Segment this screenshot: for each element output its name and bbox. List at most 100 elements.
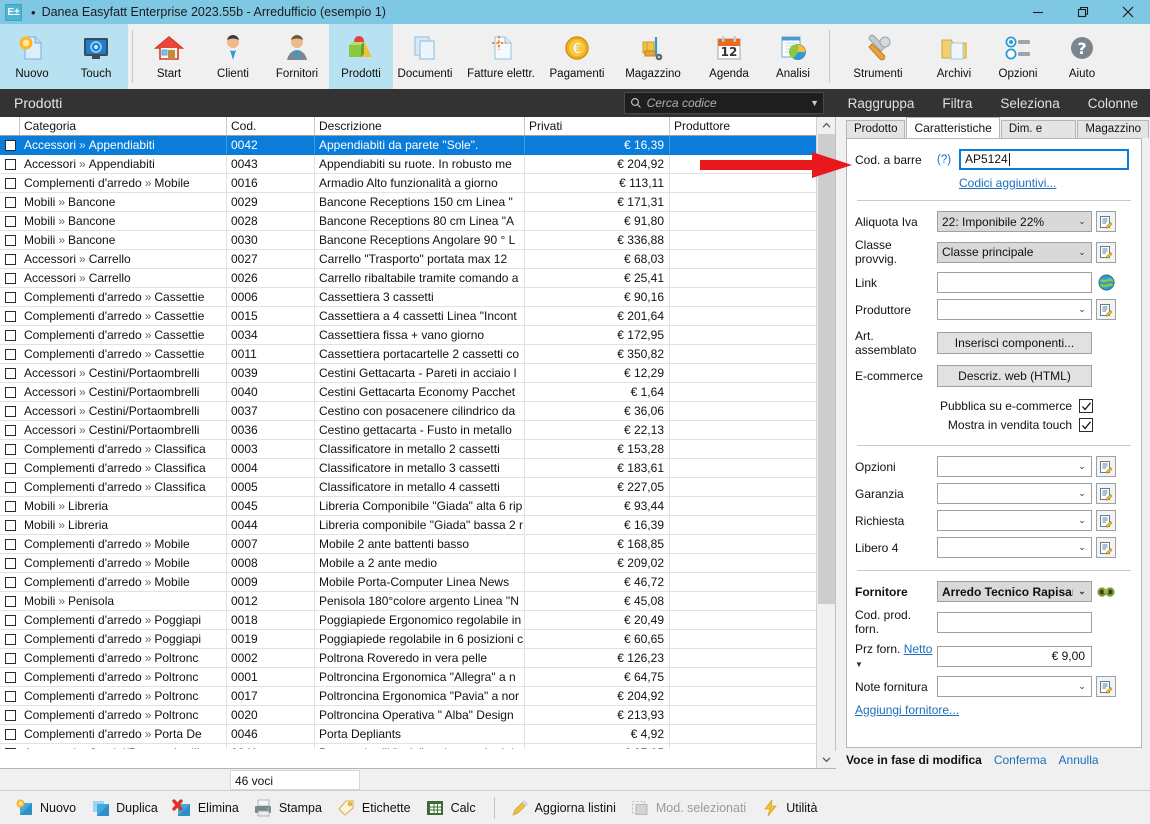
commission-class-edit-button[interactable] <box>1096 241 1116 263</box>
search-box[interactable]: Cerca codice ▼ <box>623 92 824 114</box>
column-header-cod[interactable]: Cod. <box>227 117 315 135</box>
toolbar-item-clienti[interactable]: Clienti <box>201 24 265 89</box>
table-row[interactable]: Mobili» Bancone 0030 Bancone Receptions Ang… <box>0 231 835 250</box>
table-row[interactable]: Accessori» Cestini/Portaombrelli 0039 Cesti… <box>0 364 835 383</box>
table-row[interactable]: Mobili» Libreria 0045 Libreria Componibile … <box>0 497 835 516</box>
table-row[interactable]: Complementi d'arredo» Poltronc 0001 Poltron… <box>0 668 835 687</box>
libero4-select[interactable]: ⌄ <box>937 537 1092 558</box>
insert-components-button[interactable]: Inserisci componenti... <box>937 332 1092 354</box>
toolbar-item-opzioni[interactable]: Opzioni <box>986 24 1050 89</box>
row-checkbox[interactable] <box>0 269 20 287</box>
row-checkbox[interactable] <box>0 706 20 724</box>
libero4-edit-button[interactable] <box>1096 537 1116 558</box>
table-row[interactable]: Mobili» Penisola 0012 Penisola 180°colore a… <box>0 592 835 611</box>
table-row[interactable]: Complementi d'arredo» Mobile 0007 Mobile 2 … <box>0 535 835 554</box>
toolbar-item-start[interactable]: Start <box>137 24 201 89</box>
header-action-seleziona[interactable]: Seleziona <box>1000 96 1059 111</box>
row-checkbox[interactable] <box>0 535 20 553</box>
toolbar-item-magazzino[interactable]: Magazzino <box>609 24 697 89</box>
table-row[interactable]: Complementi d'arredo» Porta De 0046 Porta D… <box>0 725 835 744</box>
maximize-button[interactable] <box>1060 0 1105 24</box>
manufacturer-select[interactable]: ⌄ <box>937 299 1092 320</box>
toolbar-item-agenda[interactable]: 12 Agenda <box>697 24 761 89</box>
richiesta-edit-button[interactable] <box>1096 510 1116 531</box>
table-row[interactable]: Accessori»Cestini/Portaombrelli0041Porta… <box>0 744 835 749</box>
table-row[interactable]: Mobili» Bancone 0028 Bancone Receptions 80 … <box>0 212 835 231</box>
tab-magazzino[interactable]: Magazzino <box>1077 120 1149 138</box>
table-row[interactable]: Complementi d'arredo» Poltronc 0017 Poltron… <box>0 687 835 706</box>
column-header-select[interactable] <box>0 117 20 135</box>
table-row[interactable]: Complementi d'arredo» Cassettie 0011 Casset… <box>0 345 835 364</box>
toolbar-item-documenti[interactable]: Documenti <box>393 24 457 89</box>
column-header-descrizione[interactable]: Descrizione <box>315 117 525 135</box>
richiesta-select[interactable]: ⌄ <box>937 510 1092 531</box>
column-header-privati[interactable]: Privati <box>525 117 670 135</box>
row-checkbox[interactable] <box>0 364 20 382</box>
row-checkbox[interactable] <box>0 630 20 648</box>
row-checkbox[interactable] <box>0 307 20 325</box>
row-checkbox[interactable] <box>0 288 20 306</box>
bottom-item-elimina[interactable]: Elimina <box>172 797 239 818</box>
table-row[interactable]: Complementi d'arredo» Poltronc 0002 Poltron… <box>0 649 835 668</box>
toolbar-item-prodotti[interactable]: Prodotti <box>329 24 393 89</box>
tab-caratteristiche[interactable]: Caratteristiche <box>906 117 1000 138</box>
manufacturer-edit-button[interactable] <box>1096 299 1116 320</box>
bottom-item-utilita[interactable]: Utilità <box>760 797 817 818</box>
toolbar-item-fatture-elettr[interactable]: Fatture elettr. <box>457 24 545 89</box>
bottom-item-etichette[interactable]: Etichette <box>336 797 411 818</box>
tab-dim-e-peso[interactable]: Dim. e peso <box>1000 120 1077 152</box>
column-header-produttore[interactable]: Produttore <box>670 117 818 135</box>
table-row[interactable]: Complementi d'arredo» Poggiapi 0019 Poggiap… <box>0 630 835 649</box>
table-row[interactable]: Complementi d'arredo» Classifica 0004 Class… <box>0 459 835 478</box>
row-checkbox[interactable] <box>0 668 20 686</box>
opzioni-edit-button[interactable] <box>1096 456 1116 477</box>
opzioni-select[interactable]: ⌄ <box>937 456 1092 477</box>
row-checkbox[interactable] <box>0 649 20 667</box>
column-header-categoria[interactable]: Categoria <box>20 117 227 135</box>
additional-codes-link[interactable]: Codici aggiuntivi... <box>959 176 1056 190</box>
header-action-raggruppa[interactable]: Raggruppa <box>848 96 915 111</box>
row-checkbox[interactable] <box>0 554 20 572</box>
barcode-input[interactable]: AP5124 <box>959 149 1129 170</box>
vat-select[interactable]: 22: Imponibile 22% ⌄ <box>937 211 1092 232</box>
garanzia-edit-button[interactable] <box>1096 483 1116 504</box>
barcode-help-icon[interactable]: (?) <box>937 154 959 166</box>
bottom-item-stampa[interactable]: Stampa <box>253 797 322 818</box>
row-checkbox[interactable] <box>0 212 20 230</box>
row-checkbox[interactable] <box>0 402 20 420</box>
chevron-down-icon[interactable] <box>817 751 836 768</box>
row-checkbox[interactable] <box>0 725 20 743</box>
row-checkbox[interactable] <box>0 687 20 705</box>
minimize-button[interactable] <box>1015 0 1060 24</box>
commission-class-select[interactable]: Classe principale ⌄ <box>937 241 1092 263</box>
supplier-notes-edit-button[interactable] <box>1096 676 1116 697</box>
supplier-code-input[interactable] <box>937 611 1092 633</box>
table-row[interactable]: Complementi d'arredo» Poggiapi 0018 Poggiap… <box>0 611 835 630</box>
table-row[interactable]: Accessori» Carrello 0026 Carrello ribaltabi… <box>0 269 835 288</box>
scrollbar-thumb[interactable] <box>818 134 835 604</box>
toolbar-item-touch[interactable]: Touch <box>64 24 128 89</box>
table-row[interactable]: Accessori» Cestini/Portaombrelli 0040 Cesti… <box>0 383 835 402</box>
close-button[interactable] <box>1105 0 1150 24</box>
toolbar-item-strumenti[interactable]: Strumenti <box>834 24 922 89</box>
cancel-link[interactable]: Annulla <box>1059 753 1099 767</box>
bottom-item-nuovo[interactable]: Nuovo <box>14 797 76 818</box>
table-row[interactable]: Accessori» Cestini/Portaombrelli 0036 Cesti… <box>0 421 835 440</box>
table-row[interactable]: Mobili» Bancone 0029 Bancone Receptions 150… <box>0 193 835 212</box>
vat-edit-button[interactable] <box>1096 211 1116 232</box>
bottom-item-aggiorna-listini[interactable]: Aggiorna listini <box>509 797 616 818</box>
row-checkbox[interactable] <box>0 326 20 344</box>
confirm-link[interactable]: Conferma <box>994 753 1047 767</box>
garanzia-select[interactable]: ⌄ <box>937 483 1092 504</box>
toolbar-item-fornitori[interactable]: Fornitori <box>265 24 329 89</box>
toolbar-item-aiuto[interactable]: ? Aiuto <box>1050 24 1114 89</box>
table-row[interactable]: Mobili» Libreria 0044 Libreria componibile … <box>0 516 835 535</box>
show-touch-checkbox[interactable] <box>1079 418 1093 432</box>
row-checkbox[interactable] <box>0 744 20 749</box>
add-supplier-link[interactable]: Aggiungi fornitore... <box>855 703 959 717</box>
table-row[interactable]: Complementi d'arredo» Classifica 0005 Class… <box>0 478 835 497</box>
table-row[interactable]: Accessori» Carrello 0027 Carrello "Trasport… <box>0 250 835 269</box>
row-checkbox[interactable] <box>0 459 20 477</box>
row-checkbox[interactable] <box>0 136 20 154</box>
supplier-price-input[interactable]: € 9,00 <box>937 645 1092 667</box>
